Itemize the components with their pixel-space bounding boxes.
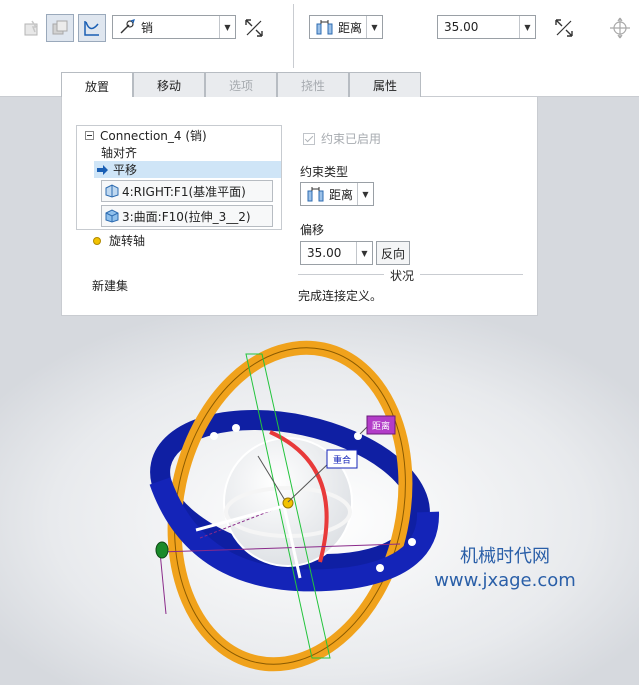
tree-item-rotation-axis[interactable]: 旋转轴	[93, 232, 145, 249]
connection-type-select[interactable]: 销 ▼	[112, 15, 236, 39]
placement-panel: Connection_4 (销) 轴对齐 平移 4:RIGHT:F1(基准平面)…	[61, 97, 538, 316]
tree-item-connection[interactable]: Connection_4 (销)	[85, 127, 207, 144]
constraint-type-select[interactable]: 距离 ▼	[300, 182, 374, 206]
chevron-down-icon[interactable]: ▼	[219, 16, 235, 38]
move-icon	[610, 17, 630, 39]
offset-label: 偏移	[300, 223, 325, 237]
tab-move[interactable]: 移动	[133, 72, 205, 98]
watermark-title: 机械时代网	[460, 546, 550, 567]
distance-icon	[316, 20, 333, 35]
connection-tree: Connection_4 (销) 轴对齐 平移 4:RIGHT:F1(基准平面)…	[76, 125, 282, 230]
translate-label: 平移	[113, 163, 138, 177]
watermark-url: www.jxage.com	[434, 570, 576, 591]
distance-icon	[307, 187, 324, 202]
constraint-enabled-checkbox: 约束已启用	[303, 130, 381, 147]
constraint-enabled-label: 约束已启用	[321, 132, 382, 146]
connection-name: Connection_4 (销)	[100, 129, 207, 143]
reference-item-1[interactable]: 4:RIGHT:F1(基准平面)	[101, 180, 273, 202]
tree-item-axis-align[interactable]: 轴对齐	[101, 144, 137, 161]
chevron-down-icon[interactable]: ▼	[366, 16, 382, 38]
tab-flexibility: 挠性	[277, 72, 349, 98]
offset-value-input[interactable]: 35.00 ▼	[437, 15, 536, 39]
graphics-viewport[interactable]: 距离 重合 机械时代网 www.jxage.com	[0, 316, 639, 685]
new-set-link[interactable]: 新建集	[92, 277, 128, 294]
chevron-down-icon[interactable]: ▼	[519, 16, 535, 38]
flip-connection-button[interactable]	[240, 14, 268, 42]
reference-1-text: 4:RIGHT:F1(基准平面)	[122, 184, 246, 199]
chevron-down-icon[interactable]: ▼	[356, 242, 372, 264]
collapse-icon[interactable]	[85, 131, 94, 140]
checkbox-icon	[303, 132, 315, 145]
status-dot-icon	[93, 236, 101, 245]
chevron-down-icon[interactable]: ▼	[357, 183, 373, 205]
tab-placement[interactable]: 放置	[61, 72, 133, 99]
reference-type-value: 距离	[338, 20, 363, 35]
copy-icon	[52, 20, 68, 35]
tab-properties[interactable]: 属性	[349, 72, 421, 98]
dashboard-toolbar: 销 ▼ 距离 ▼ 35.00 ▼ 放置 移动 选项 挠性 属性	[0, 0, 639, 99]
coincident-tag[interactable]: 重合	[333, 454, 351, 466]
watermark: 机械时代网 www.jxage.com	[420, 542, 590, 591]
surface-icon	[105, 209, 119, 223]
dashboard-tabs: 放置 移动 选项 挠性 属性	[61, 72, 421, 99]
reference-type-select[interactable]: 距离 ▼	[309, 15, 383, 39]
pin-connection-icon	[120, 19, 135, 34]
constraint-icon	[24, 20, 38, 36]
flip-button[interactable]: 反向	[376, 241, 410, 265]
copy-tool-button[interactable]	[46, 14, 74, 42]
status-label: 状况	[384, 267, 421, 284]
connection-type-value: 销	[141, 20, 154, 35]
panel-offset-value: 35.00	[307, 246, 342, 260]
rotation-axis-label: 旋转轴	[109, 234, 146, 248]
flip-offset-button[interactable]	[550, 14, 578, 42]
move-component-button[interactable]	[606, 14, 634, 42]
distance-tag[interactable]: 距离	[372, 420, 390, 432]
axis-align-label: 轴对齐	[101, 146, 138, 160]
toolbar-separator	[293, 4, 294, 68]
arrow-right-icon	[97, 164, 108, 175]
panel-offset-input[interactable]: 35.00 ▼	[300, 241, 373, 265]
constraint-type-value: 距离	[329, 187, 354, 202]
model-graphic: 距离 重合	[0, 316, 639, 685]
constraint-type-label: 约束类型	[300, 165, 349, 179]
curve-tool-button[interactable]	[78, 14, 106, 42]
flip-icon	[245, 19, 263, 37]
status-text: 完成连接定义。	[298, 289, 383, 303]
curve-icon	[84, 21, 99, 36]
offset-value-text: 35.00	[444, 20, 479, 34]
datum-plane-icon	[105, 184, 119, 198]
constraint-tool-button[interactable]	[18, 14, 46, 42]
tree-item-translate[interactable]: 平移	[94, 161, 281, 178]
reference-2-text: 3:曲面:F10(拉伸_3__2)	[122, 209, 251, 224]
reference-item-2[interactable]: 3:曲面:F10(拉伸_3__2)	[101, 205, 273, 227]
flip-icon	[555, 19, 573, 37]
tab-options: 选项	[205, 72, 277, 98]
